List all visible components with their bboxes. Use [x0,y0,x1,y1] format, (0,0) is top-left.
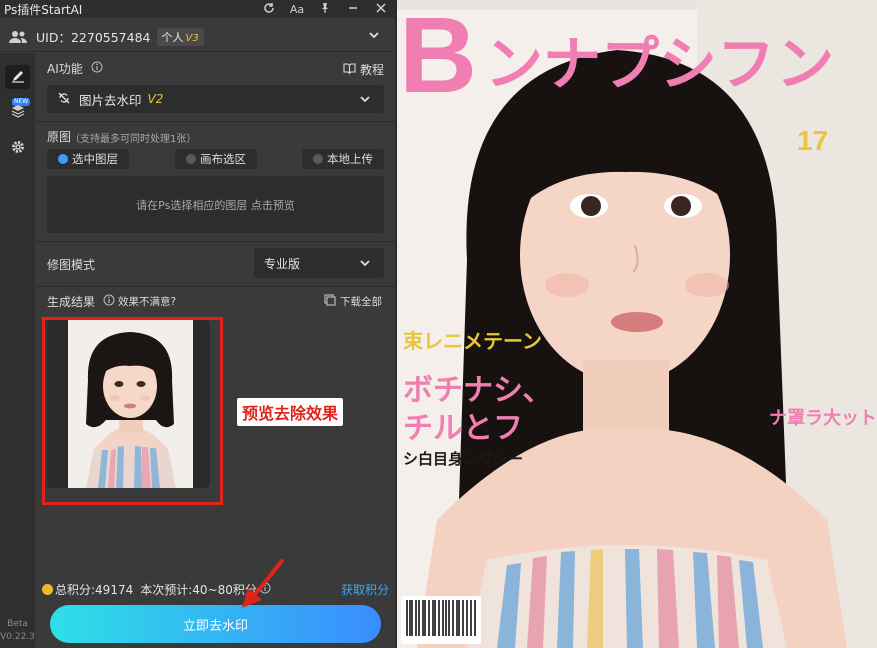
pencil-icon [11,69,25,86]
main-panel: AI功能 教程 图片去水印 V2 原图 （支持最多可同时处理1张） 选中图层 画… [36,53,395,648]
ai-function-label: AI功能 [47,62,83,76]
option-label: 选中图层 [72,152,118,166]
plan-badge: 个人 V3 [156,27,204,46]
info-icon[interactable] [103,294,115,309]
tutorial-label: 教程 [360,63,385,77]
preview-annotation: 预览去除效果 [237,398,344,426]
retouch-mode-label: 修图模式 [47,258,96,272]
masthead-text: ンナプシフン [485,30,834,98]
plan-label: 个人 [161,30,184,44]
total-points: 总积分:49174 [55,583,134,597]
source-hint: （支持最多可同时处理1张） [70,134,197,145]
cover-line: シ白目身ンヴシー [403,450,523,468]
chevron-down-icon [358,92,372,109]
cover-line: ボチナシ、 [403,373,552,408]
result-label: 生成结果 [47,295,96,309]
users-icon [0,30,36,44]
divider [36,286,395,287]
plan-version: V3 [185,32,199,44]
cover-line: 束レニメテーン [403,329,542,353]
tool-version: V2 [147,92,164,106]
book-icon [343,62,356,77]
radio-checked-icon [58,154,68,164]
pin-icon[interactable] [311,2,339,17]
download-all-button[interactable]: 下载全部 [324,294,382,309]
uid-label: UID：2270557484 [36,30,151,45]
magazine-cover: B ンナプシフン 束レニメテーン ボチナシ、 チルとフ シ白目身ンヴシー ナ罩ラ… [397,0,877,648]
get-points-link[interactable]: 获取积分 [341,581,389,598]
divider [36,121,395,122]
info-icon[interactable] [91,61,103,76]
masthead-letter: B [399,0,477,115]
download-all-label: 下载全部 [340,296,382,308]
app-title: Ps插件StartAI [4,2,83,17]
close-icon[interactable] [367,2,395,17]
chevron-down-icon[interactable] [367,28,381,45]
feedback-link[interactable]: 效果不满意? [118,294,176,309]
dropzone-text: 请在Ps选择相应的图层 点击预览 [136,198,295,212]
selected-mode-label: 专业版 [264,256,301,271]
source-label: 原图 [47,130,72,144]
watermark-remove-icon [57,91,71,108]
button-label: 立即去水印 [182,618,248,634]
arrow-annotation [242,559,284,608]
side-nav: NEW Beta V0.22.3 [0,53,35,648]
side-number: 17 [797,125,828,156]
gear-icon [11,140,25,157]
option-label: 画布选区 [200,152,246,166]
font-size-icon[interactable]: Aa [283,3,311,16]
refresh-icon[interactable] [255,2,283,17]
selected-tool-label: 图片去水印 [79,92,142,108]
divider [36,241,395,242]
nav-layers[interactable] [5,100,30,124]
chevron-down-icon [358,256,372,273]
remove-watermark-button[interactable]: 立即去水印 [50,605,381,643]
tutorial-link[interactable]: 教程 [343,61,384,78]
option-canvas-selection[interactable]: 画布选区 [175,149,257,169]
coin-icon [42,584,53,595]
ps-canvas[interactable]: B ンナプシフン 束レニメテーン ボチナシ、 チルとフ シ白目身ンヴシー ナ罩ラ… [397,0,877,648]
title-bar: Ps插件StartAI Aa [0,0,395,18]
ai-tool-select[interactable]: 图片去水印 V2 [47,85,384,113]
preview-dropzone[interactable]: 请在Ps选择相应的图层 点击预览 [47,176,384,233]
download-icon [324,294,336,309]
cover-line: ナ罩ラ大ット [769,407,877,429]
option-selected-layer[interactable]: 选中图层 [47,149,129,169]
nav-edit[interactable] [5,65,30,89]
beta-label: Beta [7,619,28,629]
version-label: V0.22.3 [0,632,35,642]
user-bar[interactable]: UID：2270557484 个人 V3 [0,22,395,52]
radio-unchecked-icon [313,154,323,164]
plugin-panel: Ps插件StartAI Aa UID：2270557484 个人 V3 NEW … [0,0,395,648]
highlight-frame [42,317,223,505]
option-label: 本地上传 [327,152,373,166]
nav-settings[interactable] [5,136,30,160]
layers-icon [11,104,25,121]
option-local-upload[interactable]: 本地上传 [302,149,384,169]
retouch-mode-select[interactable]: 专业版 [254,248,384,278]
minimize-icon[interactable] [339,2,367,17]
radio-unchecked-icon [186,154,196,164]
cover-line: チルとフ [403,411,523,446]
